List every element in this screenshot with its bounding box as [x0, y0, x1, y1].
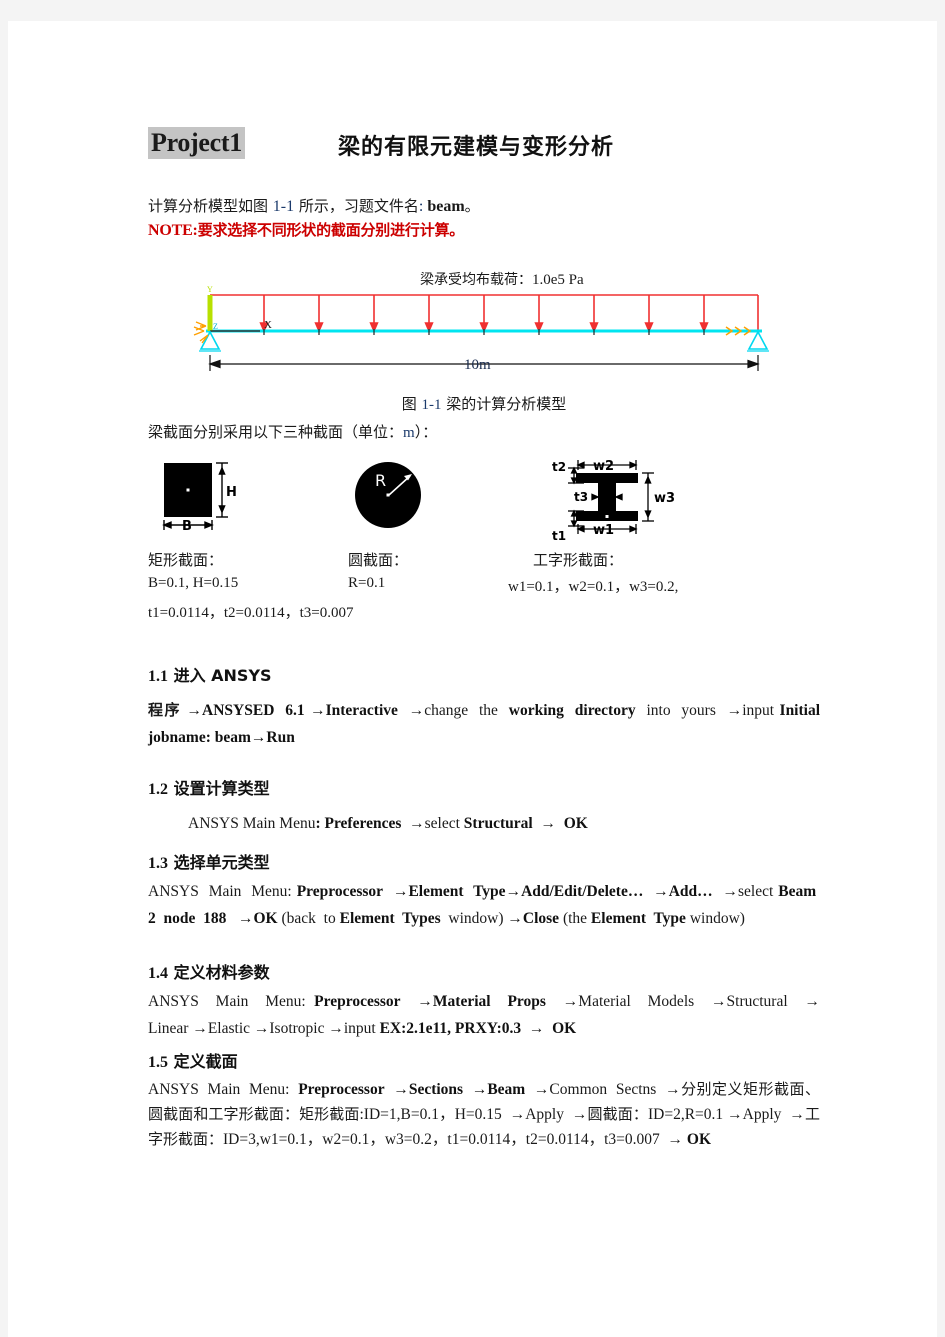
- caption-post: 梁的计算分析模型: [441, 395, 567, 413]
- axis-z-label: Z: [213, 322, 218, 331]
- ibeam-label-t1: t1: [552, 529, 566, 543]
- rect-section-values: B=0.1, H=0.15: [148, 575, 239, 591]
- note-label: NOTE:: [148, 222, 198, 239]
- ibeam-section-values-1: w1=0.1，w2=0.1，w3=0.2,: [508, 579, 679, 595]
- sections-intro: 梁截面分别采用以下三种截面（单位：m）：: [148, 421, 437, 442]
- circle-section-figure: R: [355, 462, 421, 528]
- ibeam-section-figure: t2 t1 w2 w1 t3 w3: [552, 459, 675, 543]
- caption-number: 1-1: [421, 397, 442, 413]
- section-title-1-5: 定义截面: [173, 1052, 238, 1071]
- axis-y-label: Y: [207, 285, 213, 294]
- ibeam-label-w3: w3: [654, 491, 675, 506]
- section-body-1-5: ANSYS Main Menu: Preprocessor →Sections …: [148, 1080, 821, 1148]
- section-number-1-1: 1.1: [148, 668, 168, 685]
- section-number-1-5: 1.5: [148, 1054, 168, 1071]
- title-row: Project1 梁的有限元建模与变形分析: [148, 127, 820, 161]
- intro-text-pre: 计算分析模型如图: [148, 197, 273, 215]
- cross-section-figures: H B R t2 t1 w2 w1 t3 w3: [148, 455, 820, 547]
- section-title-1-1: 进入 ANSYS: [173, 666, 272, 685]
- note-text: 要求选择不同形状的截面分别进行计算。: [197, 221, 465, 239]
- intro-paragraph: 计算分析模型如图 1-1 所示，习题文件名: beam。: [148, 193, 820, 220]
- dimension-label: 10m: [464, 357, 491, 373]
- rect-section-name: 矩形截面：: [148, 551, 224, 569]
- section-body-1-3: ANSYS Main Menu: Preprocessor →Element T…: [148, 883, 821, 927]
- intro-text-mid: 所示，习题文件名: [294, 197, 419, 215]
- sections-intro-post: ）：: [414, 423, 438, 441]
- figure-caption: 图 1-1 梁的计算分析模型: [148, 393, 820, 414]
- section-title-1-4: 定义材料参数: [173, 963, 270, 982]
- section-body-1-1: 程序 →ANSYSED 6.1 →Interactive →change the…: [148, 701, 821, 746]
- section-number-1-2: 1.2: [148, 781, 168, 798]
- section-heading-1-2: 1.2 设置计算类型: [148, 775, 270, 799]
- circle-section-name: 圆截面：: [348, 551, 409, 569]
- axis-x-label: X: [264, 319, 272, 331]
- ibeam-section-name: 工字形截面：: [533, 551, 624, 569]
- ibeam-label-w2: w2: [593, 459, 614, 474]
- section-heading-1-5: 1.5 定义截面: [148, 1048, 238, 1072]
- section-number-1-3: 1.3: [148, 855, 168, 872]
- intro-text-end: 。: [464, 197, 480, 215]
- section-body-1-2: ANSYS Main Menu: Preferences →select Str…: [188, 815, 588, 832]
- section-title-1-3: 选择单元类型: [173, 853, 270, 872]
- caption-pre: 图: [401, 395, 422, 413]
- intro-figure-number: 1-1: [272, 198, 295, 215]
- beam-figure: 梁承受均布载荷：1.0e5 Pa Y Z X 10m: [188, 269, 788, 387]
- intro-filename: beam: [427, 198, 465, 215]
- project-tag: Project1: [148, 127, 245, 159]
- circle-section-values: R=0.1: [348, 575, 386, 591]
- ibeam-label-t2: t2: [552, 460, 566, 474]
- sections-intro-pre: 梁截面分别采用以下三种截面（单位：: [148, 423, 404, 441]
- ibeam-section-values-2: t1=0.0114，t2=0.0114，t3=0.007: [148, 605, 354, 621]
- page-title: 梁的有限元建模与变形分析: [338, 134, 615, 160]
- section-heading-1-1: 1.1 进入 ANSYS: [148, 662, 272, 686]
- section-body-1-4: ANSYS Main Menu: Preprocessor →Material …: [148, 993, 821, 1037]
- section-heading-1-4: 1.4 定义材料参数: [148, 959, 270, 983]
- section-heading-1-3: 1.3 选择单元类型: [148, 849, 270, 873]
- ibeam-label-w1: w1: [593, 523, 614, 538]
- rect-label-h: H: [226, 485, 237, 500]
- ibeam-label-t3: t3: [574, 490, 588, 504]
- circle-label-r: R: [375, 471, 386, 490]
- rect-section-figure: H B: [162, 462, 237, 534]
- document-page: Project1 梁的有限元建模与变形分析 计算分析模型如图 1-1 所示，习题…: [8, 21, 937, 1337]
- sections-unit: m: [403, 425, 415, 441]
- rect-label-b: B: [182, 519, 192, 534]
- section-number-1-4: 1.4: [148, 965, 168, 982]
- section-title-1-2: 设置计算类型: [173, 779, 270, 798]
- note-line: NOTE:要求选择不同形状的截面分别进行计算。: [148, 219, 464, 240]
